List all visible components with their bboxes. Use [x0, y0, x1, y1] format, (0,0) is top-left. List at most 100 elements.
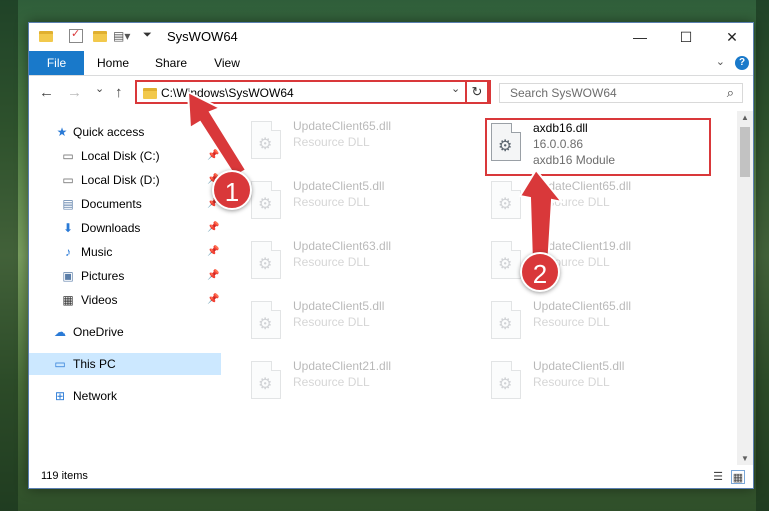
file-item[interactable]: ⚙ UpdateClient21.dll Resource DLL	[247, 357, 473, 405]
sidebar-item-quick-access[interactable]: ★ Quick access	[29, 121, 221, 143]
properties-icon[interactable]: ✓	[69, 28, 83, 43]
dll-file-icon: ⚙	[251, 181, 281, 219]
customize-toolbar-icon[interactable]: ▤▾	[113, 29, 130, 45]
music-icon: ♪	[65, 245, 71, 259]
gear-icon: ⚙	[498, 316, 513, 333]
dll-file-icon: ⚙	[491, 301, 521, 339]
download-icon: ⬇	[62, 221, 74, 235]
minimize-button[interactable]: —	[617, 23, 663, 51]
sidebar-item-pictures[interactable]: ▣ Pictures 📌	[29, 265, 221, 287]
dll-file-icon: ⚙	[491, 361, 521, 399]
folder-icon	[143, 88, 157, 99]
folder-icon	[39, 31, 53, 42]
file-name: UpdateClient5.dll	[293, 179, 385, 193]
dll-file-icon: ⚙	[491, 181, 521, 219]
tab-view[interactable]: View	[205, 51, 249, 75]
pin-icon[interactable]: 📌	[207, 289, 219, 311]
file-item[interactable]: ⚙ UpdateClient5.dll Resource DLL	[247, 297, 473, 345]
scroll-down-icon[interactable]: ▼	[737, 454, 753, 463]
file-description: Resource DLL	[533, 375, 610, 389]
file-name: UpdateClient65.dll	[293, 119, 392, 133]
address-bar[interactable]: C:\Windows\SysWOW64	[135, 80, 491, 104]
new-folder-icon[interactable]	[93, 31, 107, 42]
sidebar-item-label: Local Disk (D:)	[81, 173, 160, 187]
tab-home[interactable]: Home	[91, 51, 135, 75]
search-placeholder: Search SysWOW64	[510, 86, 617, 100]
title-bar[interactable]: ✓ ▤▾ ⏷ SysWOW64 — ☐ ✕	[29, 23, 753, 51]
documents-icon: ▤	[62, 197, 74, 211]
file-item[interactable]: ⚙ UpdateClient65.dll Resource DLL	[247, 117, 473, 165]
recent-locations-icon[interactable]: ⌄	[95, 82, 104, 95]
pictures-icon: ▣	[62, 269, 74, 283]
window-title: SysWOW64	[167, 29, 238, 44]
file-item[interactable]: ⚙ UpdateClient5.dll Resource DLL	[247, 177, 473, 225]
drive-icon: ▭	[62, 173, 74, 187]
file-name: UpdateClient65.dll	[533, 179, 632, 193]
refresh-icon[interactable]: ↻	[465, 80, 489, 104]
background-tree	[756, 0, 769, 511]
file-name: UpdateClient65.dll	[533, 299, 632, 313]
help-icon[interactable]: ?	[735, 56, 749, 70]
dll-file-icon: ⚙	[251, 361, 281, 399]
gear-icon: ⚙	[258, 136, 273, 153]
pin-icon[interactable]: 📌	[207, 241, 219, 263]
tab-file[interactable]: File	[29, 51, 84, 75]
file-name: UpdateClient5.dll	[293, 299, 385, 313]
sidebar-item-label: This PC	[73, 357, 116, 371]
sidebar-item-network[interactable]: ⊞ Network	[29, 385, 221, 407]
sidebar-item-onedrive[interactable]: ☁ OneDrive	[29, 321, 221, 343]
tab-share[interactable]: Share	[147, 51, 195, 75]
gear-icon: ⚙	[258, 376, 273, 393]
sidebar-item-music[interactable]: ♪ Music 📌	[29, 241, 221, 263]
close-button[interactable]: ✕	[709, 23, 755, 51]
explorer-window: ✓ ▤▾ ⏷ SysWOW64 — ☐ ✕ File Home Share Vi…	[28, 22, 754, 489]
sidebar-item-videos[interactable]: ▦ Videos 📌	[29, 289, 221, 311]
gear-icon: ⚙	[498, 376, 513, 393]
sidebar-item-label: Quick access	[73, 125, 145, 139]
up-arrow-icon[interactable]: ↑	[115, 84, 123, 101]
item-count: 119 items	[41, 470, 88, 482]
file-description: Resource DLL	[533, 315, 610, 329]
scroll-up-icon[interactable]: ▲	[737, 113, 753, 122]
dll-file-icon: ⚙	[251, 121, 281, 159]
step-2-badge: 2	[520, 252, 560, 292]
file-description: Resource DLL	[533, 195, 610, 209]
pin-icon[interactable]: 📌	[207, 265, 219, 287]
sidebar-item-downloads[interactable]: ⬇ Downloads 📌	[29, 217, 221, 239]
videos-icon: ▦	[62, 293, 74, 307]
file-item[interactable]: ⚙ UpdateClient65.dll Resource DLL	[487, 297, 713, 345]
expand-ribbon-icon[interactable]: ⌄	[716, 55, 725, 68]
dll-file-icon: ⚙	[251, 241, 281, 279]
file-name: UpdateClient5.dll	[533, 359, 625, 373]
maximize-button[interactable]: ☐	[663, 23, 709, 51]
search-input[interactable]: Search SysWOW64 ⌕	[499, 83, 743, 103]
sidebar-item-label: Pictures	[81, 269, 125, 283]
vertical-scrollbar[interactable]: ▲ ▼	[737, 111, 753, 465]
forward-arrow-icon[interactable]: →	[67, 84, 82, 101]
file-description: Resource DLL	[293, 135, 370, 149]
tiles-view-icon[interactable]: ▦	[731, 470, 745, 484]
background-tree	[0, 0, 18, 511]
file-item[interactable]: ⚙ UpdateClient63.dll Resource DLL	[247, 237, 473, 285]
sidebar-item-label: Documents	[81, 197, 142, 211]
computer-icon: ▭	[54, 357, 66, 371]
pin-icon[interactable]: 📌	[207, 217, 219, 239]
gear-icon: ⚙	[498, 256, 513, 273]
back-arrow-icon[interactable]: ←	[39, 84, 54, 101]
address-path: C:\Windows\SysWOW64	[161, 86, 294, 100]
gear-icon: ⚙	[258, 196, 273, 213]
scrollbar-thumb[interactable]	[740, 127, 750, 177]
file-item[interactable]: ⚙ UpdateClient5.dll Resource DLL	[487, 357, 713, 405]
toolbar-dropdown-icon[interactable]: ⏷	[143, 29, 152, 45]
pin-icon[interactable]: 📌	[207, 145, 219, 167]
file-description: Resource DLL	[293, 195, 370, 209]
cloud-icon: ☁	[54, 325, 66, 339]
sidebar-item-local-disk-d[interactable]: ▭ Local Disk (D:) 📌	[29, 169, 221, 191]
sidebar-item-documents[interactable]: ▤ Documents 📌	[29, 193, 221, 215]
file-item[interactable]: ⚙ UpdateClient65.dll Resource DLL	[487, 177, 713, 225]
sidebar-item-this-pc[interactable]: ▭ This PC	[29, 353, 221, 375]
sidebar-item-local-disk-c[interactable]: ▭ Local Disk (C:) 📌	[29, 145, 221, 167]
sidebar-item-label: Network	[73, 389, 118, 403]
details-view-icon[interactable]: ☰	[711, 470, 725, 484]
navigation-pane: ★ Quick access ▭ Local Disk (C:) 📌 ▭ Loc…	[29, 115, 221, 465]
